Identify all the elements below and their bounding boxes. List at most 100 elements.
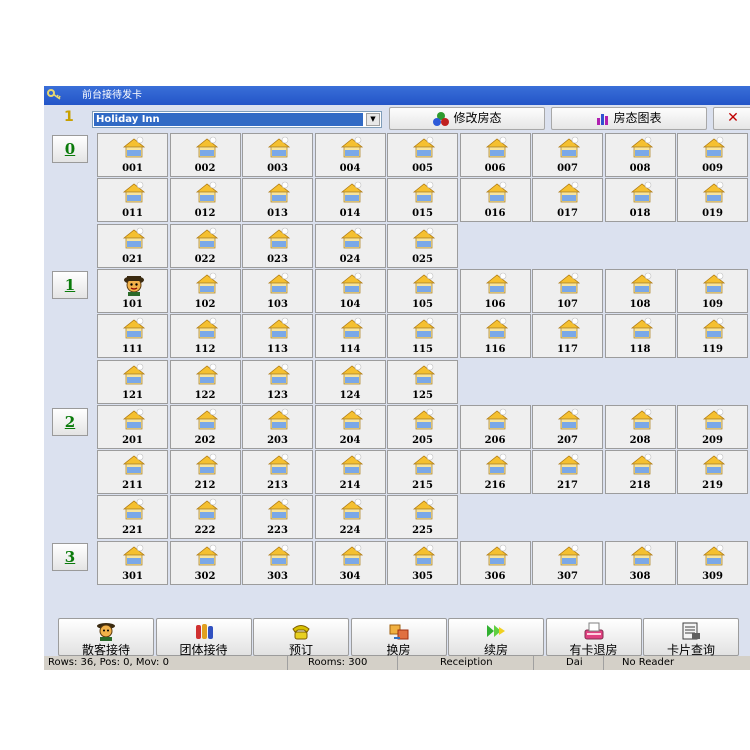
dropdown-arrow-icon[interactable]: ▼	[366, 113, 380, 126]
room-tile-116[interactable]: 116	[459, 314, 531, 359]
room-tile-017[interactable]: 017	[532, 178, 603, 223]
room-tile-219[interactable]: 219	[677, 450, 748, 495]
room-tile-122[interactable]: 122	[169, 359, 241, 404]
floor-button-3[interactable]: 3	[52, 543, 88, 571]
room-tile-203[interactable]: 203	[242, 404, 313, 449]
room-tile-025[interactable]: 025	[387, 223, 458, 268]
room-tile-114[interactable]: 114	[314, 314, 386, 359]
room-tile-006[interactable]: 006	[459, 133, 531, 177]
action-button-1[interactable]: 散客接待	[58, 618, 154, 657]
action-button-6[interactable]: 有卡退房	[545, 618, 642, 657]
room-number: 022	[194, 253, 216, 265]
room-tile-104[interactable]: 104	[314, 268, 386, 313]
action-button-7[interactable]: 卡片查询	[643, 618, 739, 657]
room-tile-008[interactable]: 008	[604, 133, 676, 177]
room-tile-212[interactable]: 212	[169, 450, 241, 495]
room-tile-308[interactable]: 308	[604, 540, 676, 585]
action-button-3[interactable]: 预订	[253, 618, 349, 657]
room-tile-022[interactable]: 022	[169, 223, 241, 268]
room-tile-005[interactable]: 005	[387, 133, 458, 177]
room-tile-202[interactable]: 202	[169, 404, 241, 449]
room-tile-013[interactable]: 013	[242, 178, 313, 223]
room-tile-001[interactable]: 001	[97, 133, 168, 177]
room-tile-121[interactable]: 121	[97, 359, 168, 404]
room-tile-301[interactable]: 301	[97, 540, 168, 585]
room-tile-222[interactable]: 222	[169, 495, 241, 540]
room-tile-103[interactable]: 103	[242, 268, 313, 313]
room-tile-201[interactable]: 201	[97, 404, 168, 449]
room-tile-124[interactable]: 124	[314, 359, 386, 404]
room-tile-306[interactable]: 306	[459, 540, 531, 585]
room-tile-211[interactable]: 211	[97, 450, 168, 495]
room-tile-223[interactable]: 223	[242, 495, 313, 540]
room-tile-205[interactable]: 205	[387, 404, 458, 449]
room-tile-125[interactable]: 125	[387, 359, 458, 404]
floor-button-1[interactable]: 1	[52, 271, 88, 299]
room-tile-021[interactable]: 021	[97, 223, 168, 268]
room-tile-011[interactable]: 011	[97, 178, 168, 223]
room-tile-102[interactable]: 102	[169, 268, 241, 313]
room-tile-309[interactable]: 309	[677, 540, 748, 585]
room-tile-108[interactable]: 108	[604, 268, 676, 313]
room-number: 219	[702, 480, 723, 492]
modify-room-status-button[interactable]: 修改房态	[389, 107, 545, 130]
floor-button-0[interactable]: 0	[52, 135, 88, 163]
vacant-house-icon	[340, 136, 363, 158]
room-tile-003[interactable]: 003	[242, 133, 313, 177]
room-tile-105[interactable]: 105	[387, 268, 458, 313]
floor-button-2[interactable]: 2	[52, 408, 88, 436]
room-tile-002[interactable]: 002	[169, 133, 241, 177]
room-tile-018[interactable]: 018	[604, 178, 676, 223]
room-tile-009[interactable]: 009	[677, 133, 748, 177]
room-tile-303[interactable]: 303	[242, 540, 313, 585]
room-tile-106[interactable]: 106	[459, 268, 531, 313]
room-tile-208[interactable]: 208	[604, 404, 676, 449]
room-tile-113[interactable]: 113	[242, 314, 313, 359]
room-tile-305[interactable]: 305	[387, 540, 458, 585]
room-tile-207[interactable]: 207	[532, 404, 603, 449]
room-tile-109[interactable]: 109	[677, 268, 748, 313]
room-tile-019[interactable]: 019	[677, 178, 748, 223]
room-tile-302[interactable]: 302	[169, 540, 241, 585]
room-tile-216[interactable]: 216	[459, 450, 531, 495]
room-status-chart-button[interactable]: 房态图表	[551, 107, 707, 130]
room-tile-209[interactable]: 209	[677, 404, 748, 449]
room-tile-107[interactable]: 107	[532, 268, 603, 313]
room-tile-213[interactable]: 213	[242, 450, 313, 495]
room-tile-118[interactable]: 118	[604, 314, 676, 359]
room-tile-119[interactable]: 119	[677, 314, 748, 359]
room-tile-123[interactable]: 123	[242, 359, 313, 404]
room-tile-215[interactable]: 215	[387, 450, 458, 495]
room-tile-225[interactable]: 225	[387, 495, 458, 540]
room-tile-204[interactable]: 204	[314, 404, 386, 449]
room-tile-224[interactable]: 224	[314, 495, 386, 540]
room-tile-217[interactable]: 217	[532, 450, 603, 495]
room-tile-007[interactable]: 007	[532, 133, 603, 177]
room-tile-214[interactable]: 214	[314, 450, 386, 495]
room-tile-206[interactable]: 206	[459, 404, 531, 449]
action-button-2[interactable]: 团体接待	[155, 618, 252, 657]
room-tile-101[interactable]: 101	[97, 268, 168, 313]
room-tile-218[interactable]: 218	[604, 450, 676, 495]
action-button-5[interactable]: 续房	[448, 618, 544, 657]
room-tile-024[interactable]: 024	[314, 223, 386, 268]
room-tile-115[interactable]: 115	[387, 314, 458, 359]
action-button-4[interactable]: 换房	[350, 618, 447, 657]
room-tile-016[interactable]: 016	[459, 178, 531, 223]
room-tile-004[interactable]: 004	[314, 133, 386, 177]
room-tile-111[interactable]: 111	[97, 314, 168, 359]
room-tile-012[interactable]: 012	[169, 178, 241, 223]
room-tile-023[interactable]: 023	[242, 223, 313, 268]
room-tile-112[interactable]: 112	[169, 314, 241, 359]
vacant-house-icon	[122, 136, 146, 158]
room-tile-221[interactable]: 221	[97, 495, 168, 540]
room-number: 009	[702, 163, 723, 174]
vacant-house-icon	[340, 317, 363, 339]
room-tile-307[interactable]: 307	[532, 540, 603, 585]
room-tile-304[interactable]: 304	[314, 540, 386, 585]
room-tile-015[interactable]: 015	[387, 178, 458, 223]
hotel-select[interactable]: Holiday Inn ▼	[92, 111, 382, 128]
room-tile-014[interactable]: 014	[314, 178, 386, 223]
room-tile-117[interactable]: 117	[532, 314, 603, 359]
close-button[interactable]: ✕	[713, 107, 750, 130]
